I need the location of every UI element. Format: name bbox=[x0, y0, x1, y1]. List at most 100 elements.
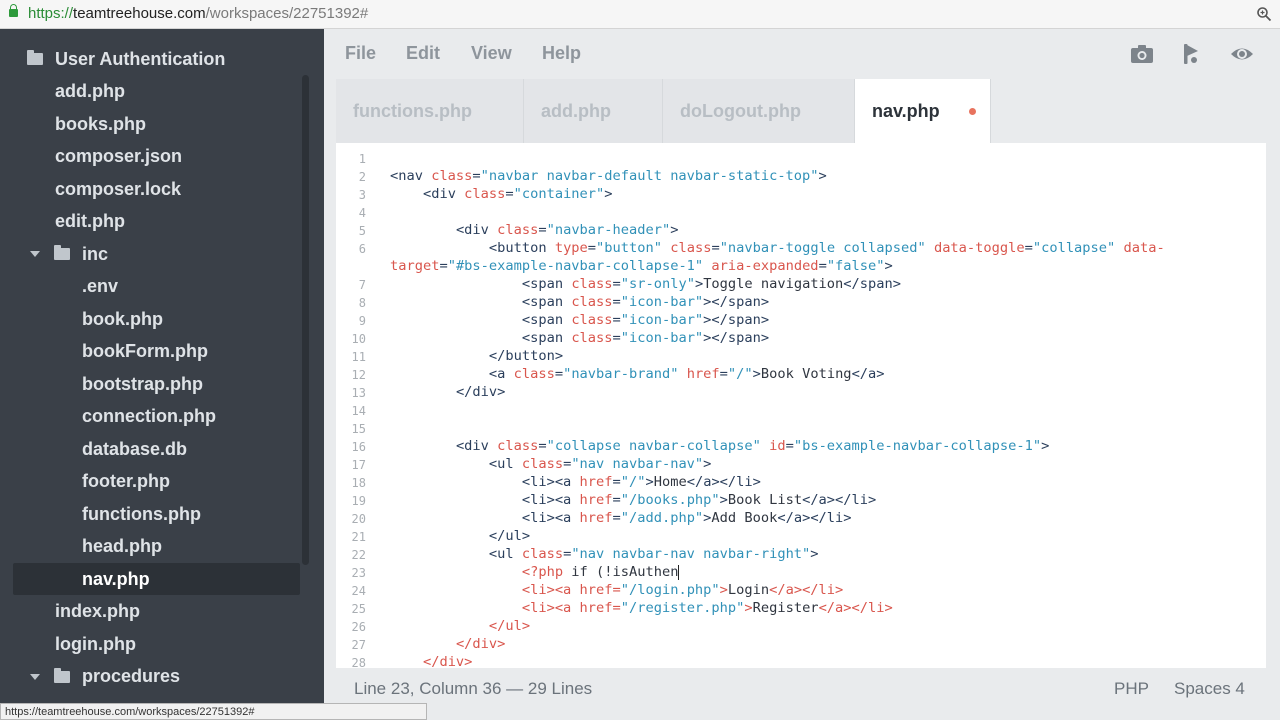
url-text[interactable]: https://teamtreehouse.com/workspaces/227… bbox=[28, 5, 368, 22]
code-token: > bbox=[744, 600, 753, 616]
code-token: class bbox=[571, 276, 613, 292]
caret-down-icon[interactable] bbox=[30, 673, 40, 680]
unsaved-dot-icon bbox=[968, 107, 976, 115]
sidebar-item-label: footer.php bbox=[82, 471, 170, 491]
code-token: = bbox=[439, 258, 448, 274]
menu-bar: File Edit View Help bbox=[324, 29, 1280, 79]
code-token: </button> bbox=[488, 348, 564, 364]
sidebar-item[interactable]: login.php bbox=[0, 628, 136, 660]
sidebar-item[interactable]: nav.php bbox=[13, 563, 300, 595]
menu-file[interactable]: File bbox=[345, 43, 376, 64]
sidebar-scrollbar[interactable] bbox=[302, 75, 309, 565]
sidebar-item-label: .env bbox=[82, 276, 119, 296]
line-number: 23 bbox=[351, 566, 366, 580]
language-mode[interactable]: PHP bbox=[1114, 679, 1149, 699]
code-token: Book List bbox=[727, 492, 803, 508]
sidebar-item[interactable]: head.php bbox=[0, 531, 162, 563]
sidebar-item[interactable]: index.php bbox=[0, 596, 140, 628]
sidebar-item[interactable]: bookForm.php bbox=[0, 336, 208, 368]
folder-icon bbox=[54, 245, 70, 260]
sidebar-item[interactable]: edit.php bbox=[0, 206, 125, 238]
code-token: id bbox=[769, 438, 786, 454]
code-token: </a></li> bbox=[818, 600, 893, 616]
tab-nav-php[interactable]: nav.php bbox=[855, 79, 991, 143]
zoom-icon[interactable] bbox=[1256, 6, 1272, 22]
code-token: class bbox=[497, 222, 539, 238]
code-line: <li><a href="/books.php">Book List</a></… bbox=[390, 492, 876, 508]
code-token: "icon-bar" bbox=[620, 312, 704, 328]
tab-add-php[interactable]: add.php bbox=[524, 79, 663, 143]
code-token: </a></li> bbox=[686, 474, 761, 490]
sidebar-item-label: add.php bbox=[55, 81, 125, 101]
indent-setting[interactable]: Spaces 4 bbox=[1174, 679, 1245, 699]
line-number: 14 bbox=[351, 404, 366, 418]
sidebar-item-label: database.db bbox=[82, 438, 188, 459]
code-token: <nav bbox=[390, 168, 432, 184]
sidebar-item-label: nav.php bbox=[82, 568, 150, 589]
code-token: Toggle navigation bbox=[703, 276, 844, 292]
code-token: <span bbox=[521, 294, 572, 310]
code-token: "/add.php" bbox=[620, 510, 704, 526]
preview-eye-icon[interactable] bbox=[1230, 43, 1254, 65]
sidebar-item-label: connection.php bbox=[82, 406, 216, 426]
sidebar-item[interactable]: procedures bbox=[0, 661, 180, 693]
sidebar-item[interactable]: inc bbox=[0, 238, 108, 270]
sidebar-item[interactable]: connection.php bbox=[0, 401, 216, 433]
code-token: <div bbox=[455, 438, 498, 454]
code-line: <ul class="nav navbar-nav"> bbox=[390, 456, 712, 472]
code-token: class bbox=[670, 240, 712, 256]
sidebar-item[interactable]: composer.json bbox=[0, 141, 182, 173]
line-number: 6 bbox=[358, 242, 366, 256]
caret-down-icon[interactable] bbox=[30, 251, 40, 257]
sidebar-item[interactable]: bootstrap.php bbox=[0, 368, 203, 400]
line-number: 18 bbox=[351, 476, 366, 490]
code-editor[interactable]: 1 2 3 4 5 6 7 8 9 10 11 12 13 14 15 16 17 18 19 20 21 22 23 24 2… bbox=[336, 143, 1266, 668]
sidebar-item[interactable]: composer.lock bbox=[0, 173, 181, 205]
line-number: 8 bbox=[358, 296, 366, 310]
code-token: "navbar-header" bbox=[546, 222, 671, 238]
share-icon[interactable] bbox=[1180, 43, 1204, 65]
code-token: = bbox=[472, 168, 481, 184]
menu-help[interactable]: Help bbox=[542, 43, 581, 64]
code-token: > bbox=[703, 456, 712, 472]
line-number: 5 bbox=[358, 224, 366, 238]
code-token: > bbox=[670, 222, 679, 238]
code-token: = bbox=[1024, 240, 1033, 256]
tab-functions-php[interactable]: functions.php bbox=[336, 79, 524, 143]
browser-address-bar[interactable]: https://teamtreehouse.com/workspaces/227… bbox=[0, 0, 1280, 29]
sidebar-item[interactable]: add.php bbox=[0, 76, 125, 108]
menu-view[interactable]: View bbox=[471, 43, 512, 64]
camera-icon[interactable] bbox=[1130, 43, 1154, 65]
code-token: Home bbox=[653, 474, 687, 490]
code-token: aria-expanded bbox=[711, 258, 819, 274]
sidebar-item[interactable]: footer.php bbox=[0, 466, 170, 498]
code-token: <?php bbox=[521, 564, 564, 580]
code-token: <li><a bbox=[521, 474, 580, 490]
code-line: <div class="container"> bbox=[390, 186, 613, 202]
code-line: <span class="icon-bar"></span> bbox=[390, 312, 769, 328]
code-token: "nav navbar-nav" bbox=[571, 456, 704, 472]
sidebar-item[interactable]: book.php bbox=[0, 303, 163, 335]
line-number: 9 bbox=[358, 314, 366, 328]
code-token: "button" bbox=[596, 240, 662, 256]
tab-dologout-php[interactable]: doLogout.php bbox=[663, 79, 855, 143]
code-token: class bbox=[497, 438, 539, 454]
menu-edit[interactable]: Edit bbox=[406, 43, 440, 64]
status-bar: Line 23, Column 36 — 29 Lines PHP Spaces… bbox=[324, 668, 1280, 720]
sidebar-item[interactable]: functions.php bbox=[0, 498, 201, 530]
code-token: "/books.php" bbox=[620, 492, 720, 508]
sidebar-item[interactable]: .env bbox=[0, 271, 118, 303]
sidebar-item[interactable]: User Authentication bbox=[0, 43, 225, 75]
sidebar-item[interactable]: books.php bbox=[0, 108, 146, 140]
sidebar-item[interactable]: database.db bbox=[0, 433, 187, 465]
code-token: = bbox=[612, 276, 621, 292]
